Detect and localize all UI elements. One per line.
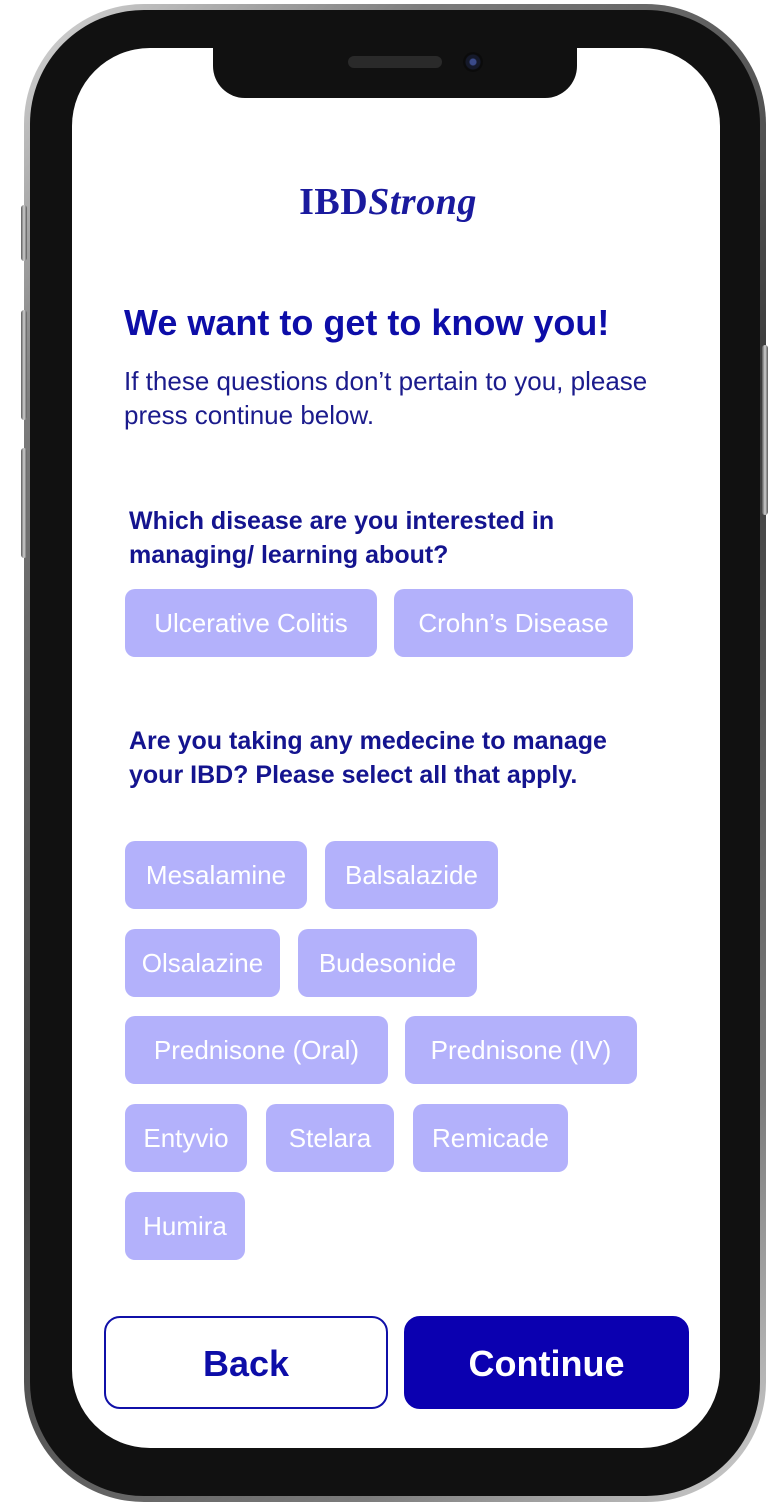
option-budesonide[interactable]: Budesonide (298, 929, 477, 997)
continue-button[interactable]: Continue (404, 1316, 689, 1409)
medicine-question: Are you taking any medecine to manage yo… (129, 727, 607, 789)
option-stelara[interactable]: Stelara (266, 1104, 394, 1172)
option-humira[interactable]: Humira (125, 1192, 245, 1260)
app-logo: IBDStrong (0, 180, 776, 224)
logo-italic-text: Strong (368, 181, 477, 223)
page-subtitle: If these questions don’t pertain to you,… (124, 366, 648, 430)
speaker-grille (348, 56, 442, 68)
option-prednisone-iv[interactable]: Prednisone (IV) (405, 1016, 637, 1084)
page-title: We want to get to know you! (124, 302, 610, 343)
volume-down-button (21, 448, 27, 558)
disease-question: Which disease are you interested in mana… (129, 507, 555, 569)
option-prednisone-oral[interactable]: Prednisone (Oral) (125, 1016, 388, 1084)
option-entyvio[interactable]: Entyvio (125, 1104, 247, 1172)
option-olsalazine[interactable]: Olsalazine (125, 929, 280, 997)
power-button (762, 345, 768, 515)
logo-bold-text: IBD (299, 181, 369, 223)
option-remicade[interactable]: Remicade (413, 1104, 568, 1172)
volume-up-button (21, 310, 27, 420)
option-balsalazide[interactable]: Balsalazide (325, 841, 498, 909)
option-ulcerative-colitis[interactable]: Ulcerative Colitis (125, 589, 377, 657)
option-mesalamine[interactable]: Mesalamine (125, 841, 307, 909)
option-crohns-disease[interactable]: Crohn’s Disease (394, 589, 633, 657)
back-button[interactable]: Back (104, 1316, 388, 1409)
front-camera-icon (463, 52, 483, 72)
notch (213, 44, 577, 98)
